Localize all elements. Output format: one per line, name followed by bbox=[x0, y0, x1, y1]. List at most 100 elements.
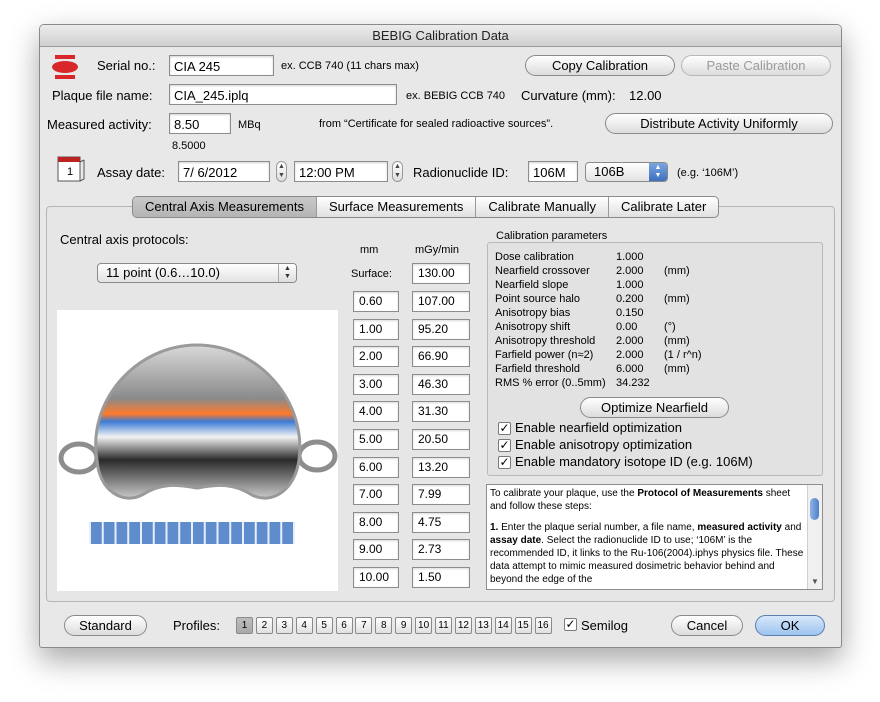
date-stepper[interactable]: ▲ ▼ bbox=[276, 161, 287, 182]
instructions-paragraph-1: To calibrate your plaque, use the Protoc… bbox=[490, 488, 791, 512]
dose-rate-input[interactable]: 4.75 bbox=[412, 511, 470, 533]
tab-calibrate-later[interactable]: Calibrate Later bbox=[609, 197, 718, 217]
profile-button[interactable]: 16 bbox=[534, 617, 552, 634]
param-value: 1.000 bbox=[616, 279, 644, 291]
depth-input[interactable]: 9.00 bbox=[353, 539, 399, 561]
scroll-thumb[interactable] bbox=[810, 498, 819, 520]
param-name: Dose calibration bbox=[495, 251, 574, 263]
serial-input[interactable]: CIA 245 bbox=[169, 55, 274, 76]
profile-button[interactable]: 14 bbox=[494, 617, 512, 634]
scroll-down-icon[interactable]: ▼ bbox=[811, 575, 819, 588]
semilog-checkbox[interactable]: ✓ bbox=[564, 618, 577, 631]
param-value: 0.150 bbox=[616, 307, 644, 319]
standard-button[interactable]: Standard bbox=[64, 615, 147, 636]
profile-button[interactable]: 3 bbox=[275, 617, 293, 634]
copy-calibration-button[interactable]: Copy Calibration bbox=[525, 55, 675, 76]
param-value: 0.00 bbox=[616, 321, 638, 333]
profile-button[interactable]: 10 bbox=[415, 617, 433, 634]
assay-time-input[interactable]: 12:00 PM bbox=[294, 161, 388, 182]
param-name: Farfield threshold bbox=[495, 363, 580, 375]
cancel-button[interactable]: Cancel bbox=[671, 615, 743, 636]
depth-input[interactable]: 0.60 bbox=[353, 291, 399, 312]
instructions-text[interactable]: To calibrate your plaque, use the Protoc… bbox=[486, 484, 823, 590]
param-unit: (1 / r^n) bbox=[664, 349, 702, 361]
param-name: Farfield power (n≈2) bbox=[495, 349, 594, 361]
dose-rate-input[interactable]: 20.50 bbox=[412, 429, 470, 450]
select-arrows-icon: ▲ ▼ bbox=[649, 163, 667, 181]
depth-input[interactable]: 6.00 bbox=[353, 456, 399, 478]
distribute-activity-button[interactable]: Distribute Activity Uniformly bbox=[605, 113, 833, 134]
tab-calibrate-manually[interactable]: Calibrate Manually bbox=[476, 197, 610, 217]
plaque-label: Plaque file name: bbox=[52, 88, 153, 103]
dose-rate-input[interactable]: 66.90 bbox=[412, 346, 470, 368]
depth-input[interactable]: 8.00 bbox=[353, 511, 399, 533]
option-checkbox[interactable]: ✓ bbox=[498, 439, 511, 452]
protocols-label: Central axis protocols: bbox=[60, 232, 189, 247]
radionuclide-select[interactable]: 106B ▲ ▼ bbox=[585, 162, 668, 182]
column-mm-header: mm bbox=[360, 244, 379, 256]
surface-dose-input[interactable]: 130.00 bbox=[412, 263, 470, 284]
profile-button[interactable]: 11 bbox=[435, 617, 452, 634]
profile-button[interactable]: 2 bbox=[255, 617, 273, 634]
depth-input[interactable]: 10.00 bbox=[353, 567, 399, 588]
activity-input[interactable]: 8.50 bbox=[169, 113, 231, 134]
select-arrows-icon: ▲ ▼ bbox=[278, 264, 296, 282]
plaque-file-input[interactable]: CIA_245.iplq bbox=[169, 84, 397, 105]
profile-button[interactable]: 4 bbox=[295, 617, 313, 634]
option-checkbox[interactable]: ✓ bbox=[498, 456, 511, 469]
param-name: Anisotropy threshold bbox=[495, 335, 596, 347]
depth-input[interactable]: 1.00 bbox=[353, 318, 399, 340]
tab-central-axis[interactable]: Central Axis Measurements bbox=[133, 197, 317, 217]
calendar-icon[interactable]: 1 bbox=[55, 154, 87, 184]
dose-rate-input[interactable]: 1.50 bbox=[412, 567, 470, 588]
surface-label: Surface: bbox=[351, 268, 392, 280]
param-value: 2.000 bbox=[616, 335, 644, 347]
depth-input[interactable]: 5.00 bbox=[353, 429, 399, 450]
paste-calibration-button[interactable]: Paste Calibration bbox=[681, 55, 831, 76]
time-stepper[interactable]: ▲ ▼ bbox=[392, 161, 403, 182]
activity-label: Measured activity: bbox=[47, 117, 152, 132]
depth-input[interactable]: 7.00 bbox=[353, 484, 399, 506]
profile-button[interactable]: 5 bbox=[315, 617, 333, 634]
radionuclide-input[interactable]: 106M bbox=[528, 161, 578, 182]
depth-input[interactable]: 4.00 bbox=[353, 401, 399, 423]
assay-date-input[interactable]: 7/ 6/2012 bbox=[178, 161, 270, 182]
profile-button[interactable]: 6 bbox=[335, 617, 353, 634]
activity-unit: MBq bbox=[238, 119, 261, 131]
dose-rate-input[interactable]: 2.73 bbox=[412, 539, 470, 561]
profile-button[interactable]: 1 bbox=[236, 617, 253, 634]
optimize-nearfield-button[interactable]: Optimize Nearfield bbox=[580, 397, 729, 418]
option-label: Enable mandatory isotope ID (e.g. 106M) bbox=[515, 454, 753, 469]
option-checkbox[interactable]: ✓ bbox=[498, 422, 511, 435]
column-dose-header: mGy/min bbox=[415, 244, 459, 256]
tab-surface[interactable]: Surface Measurements bbox=[317, 197, 477, 217]
profile-button[interactable]: 12 bbox=[454, 617, 472, 634]
param-unit: (°) bbox=[664, 321, 676, 333]
param-value: 34.232 bbox=[616, 377, 650, 389]
dose-rate-input[interactable]: 13.20 bbox=[412, 456, 470, 478]
depth-input[interactable]: 3.00 bbox=[353, 373, 399, 395]
depth-input[interactable]: 2.00 bbox=[353, 346, 399, 368]
dose-rate-input[interactable]: 46.30 bbox=[412, 373, 470, 395]
instructions-scrollbar[interactable]: ▼ bbox=[807, 485, 822, 589]
dose-rate-input[interactable]: 95.20 bbox=[412, 318, 470, 340]
dose-rate-input[interactable]: 31.30 bbox=[412, 401, 470, 423]
ok-button[interactable]: OK bbox=[755, 615, 825, 636]
bebig-logo-icon bbox=[52, 55, 78, 79]
param-unit: (mm) bbox=[664, 265, 690, 277]
profile-button[interactable]: 7 bbox=[355, 617, 373, 634]
param-value: 2.000 bbox=[616, 349, 644, 361]
radionuclide-hint: (e.g. ‘106M’) bbox=[677, 167, 739, 179]
profile-button[interactable]: 15 bbox=[514, 617, 532, 634]
curvature-value: 12.00 bbox=[629, 88, 662, 103]
profile-button[interactable]: 13 bbox=[474, 617, 492, 634]
calendar-day: 1 bbox=[67, 166, 74, 178]
param-name: Nearfield crossover bbox=[495, 265, 590, 277]
protocol-select[interactable]: 11 point (0.6…10.0) ▲ ▼ bbox=[97, 263, 297, 283]
profile-button[interactable]: 9 bbox=[395, 617, 413, 634]
dose-rate-input[interactable]: 7.99 bbox=[412, 484, 470, 506]
option-label: Enable anisotropy optimization bbox=[515, 437, 693, 452]
dose-rate-input[interactable]: 107.00 bbox=[412, 291, 470, 312]
plaque-hint: ex. BEBIG CCB 740 bbox=[406, 90, 506, 102]
profile-button[interactable]: 8 bbox=[375, 617, 393, 634]
